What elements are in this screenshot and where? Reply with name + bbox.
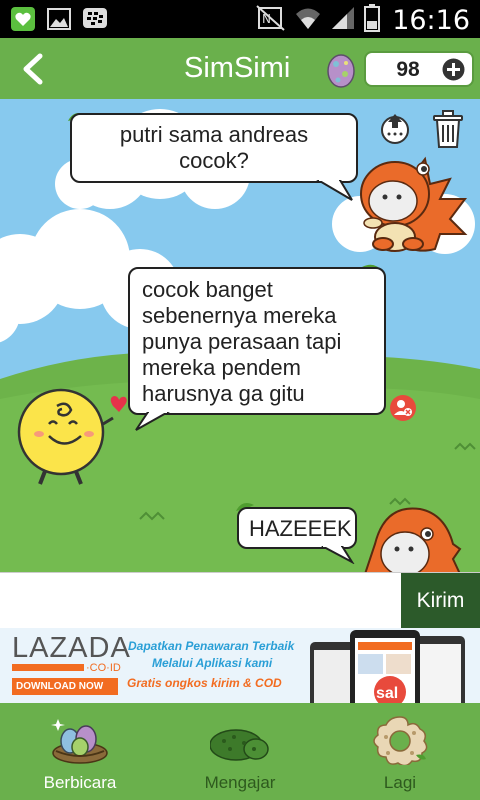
add-points-icon[interactable] (442, 58, 465, 81)
ad-brand-bar (12, 664, 84, 671)
upload-icon[interactable] (378, 112, 412, 144)
ad-sale-text: sal (376, 685, 398, 702)
notification-heart-icon (10, 6, 36, 32)
message-text: mereka pendem (142, 355, 301, 380)
message-bubble-simsimi[interactable]: cocok banget sebenernya mereka punya per… (128, 267, 386, 415)
page-title: SimSimi (184, 52, 291, 84)
nav-tab-lagi[interactable]: Lagi (320, 703, 480, 800)
gallery-icon (46, 6, 72, 32)
message-composer: Kirim (0, 572, 480, 629)
ad-offer: Gratis ongkos kirim & COD (127, 676, 282, 690)
cookie-flower-icon (373, 716, 428, 765)
ad-banner[interactable]: LAZADA ·CO·ID DOWNLOAD NOW Dapatkan Pena… (0, 628, 480, 703)
egg-icon[interactable] (326, 50, 356, 88)
message-text: harusnya ga gitu (142, 381, 305, 406)
nav-label: Lagi (383, 773, 417, 792)
message-text: HAZEEEK (249, 516, 352, 541)
message-input[interactable] (0, 573, 400, 629)
bush-icon (210, 729, 269, 761)
back-button[interactable] (18, 52, 50, 86)
bubble-tail (135, 412, 171, 431)
message-text: sebenernya mereka (142, 303, 337, 328)
message-text: cocok? (179, 148, 249, 173)
status-bar: N 16:16 (0, 0, 480, 38)
ad-download-button[interactable]: DOWNLOAD NOW (12, 678, 118, 695)
wifi-icon (294, 5, 322, 36)
ad-subheadline: Melalui Aplikasi kami (152, 656, 273, 670)
nav-label: Berbicara (43, 773, 117, 792)
ad-phones-image: sal (310, 630, 465, 703)
bubble-tail (316, 180, 353, 201)
bottom-navigation: Berbicara Mengajar Lagi (0, 703, 480, 800)
message-text: putri sama andreas (119, 122, 309, 147)
message-text: cocok banget (142, 277, 273, 302)
ad-headline: Dapatkan Penawaran Terbaik (128, 639, 295, 653)
app-header: SimSimi 98 (0, 38, 480, 99)
signal-icon (330, 5, 356, 36)
trash-icon[interactable] (430, 109, 466, 149)
points-counter[interactable]: 98 (364, 51, 474, 87)
bubble-tail (321, 546, 355, 564)
message-text: punya perasaan tapi (142, 329, 342, 354)
battery-icon (364, 4, 381, 37)
report-user-icon[interactable] (389, 394, 417, 422)
nfc-icon: N (256, 5, 286, 36)
nav-tab-berbicara[interactable]: Berbicara (0, 703, 160, 800)
bbm-icon (82, 6, 108, 32)
nav-label: Mengajar (204, 773, 276, 792)
back-arrow-icon (23, 53, 43, 85)
message-bubble-user[interactable]: HAZEEEK (237, 507, 357, 549)
ad-brand-suffix: ·CO·ID (86, 662, 121, 674)
send-button[interactable]: Kirim (401, 573, 480, 629)
nav-tab-mengajar[interactable]: Mengajar (160, 703, 320, 800)
ad-brand-logo: LAZADA (12, 632, 131, 664)
clock: 16:16 (392, 5, 470, 36)
nest-eggs-icon (51, 719, 108, 764)
chat-area[interactable]: putri sama andreas cocok? cocok banget s… (0, 99, 480, 572)
points-value: 98 (396, 58, 420, 81)
message-bubble-user[interactable]: putri sama andreas cocok? (70, 113, 358, 183)
